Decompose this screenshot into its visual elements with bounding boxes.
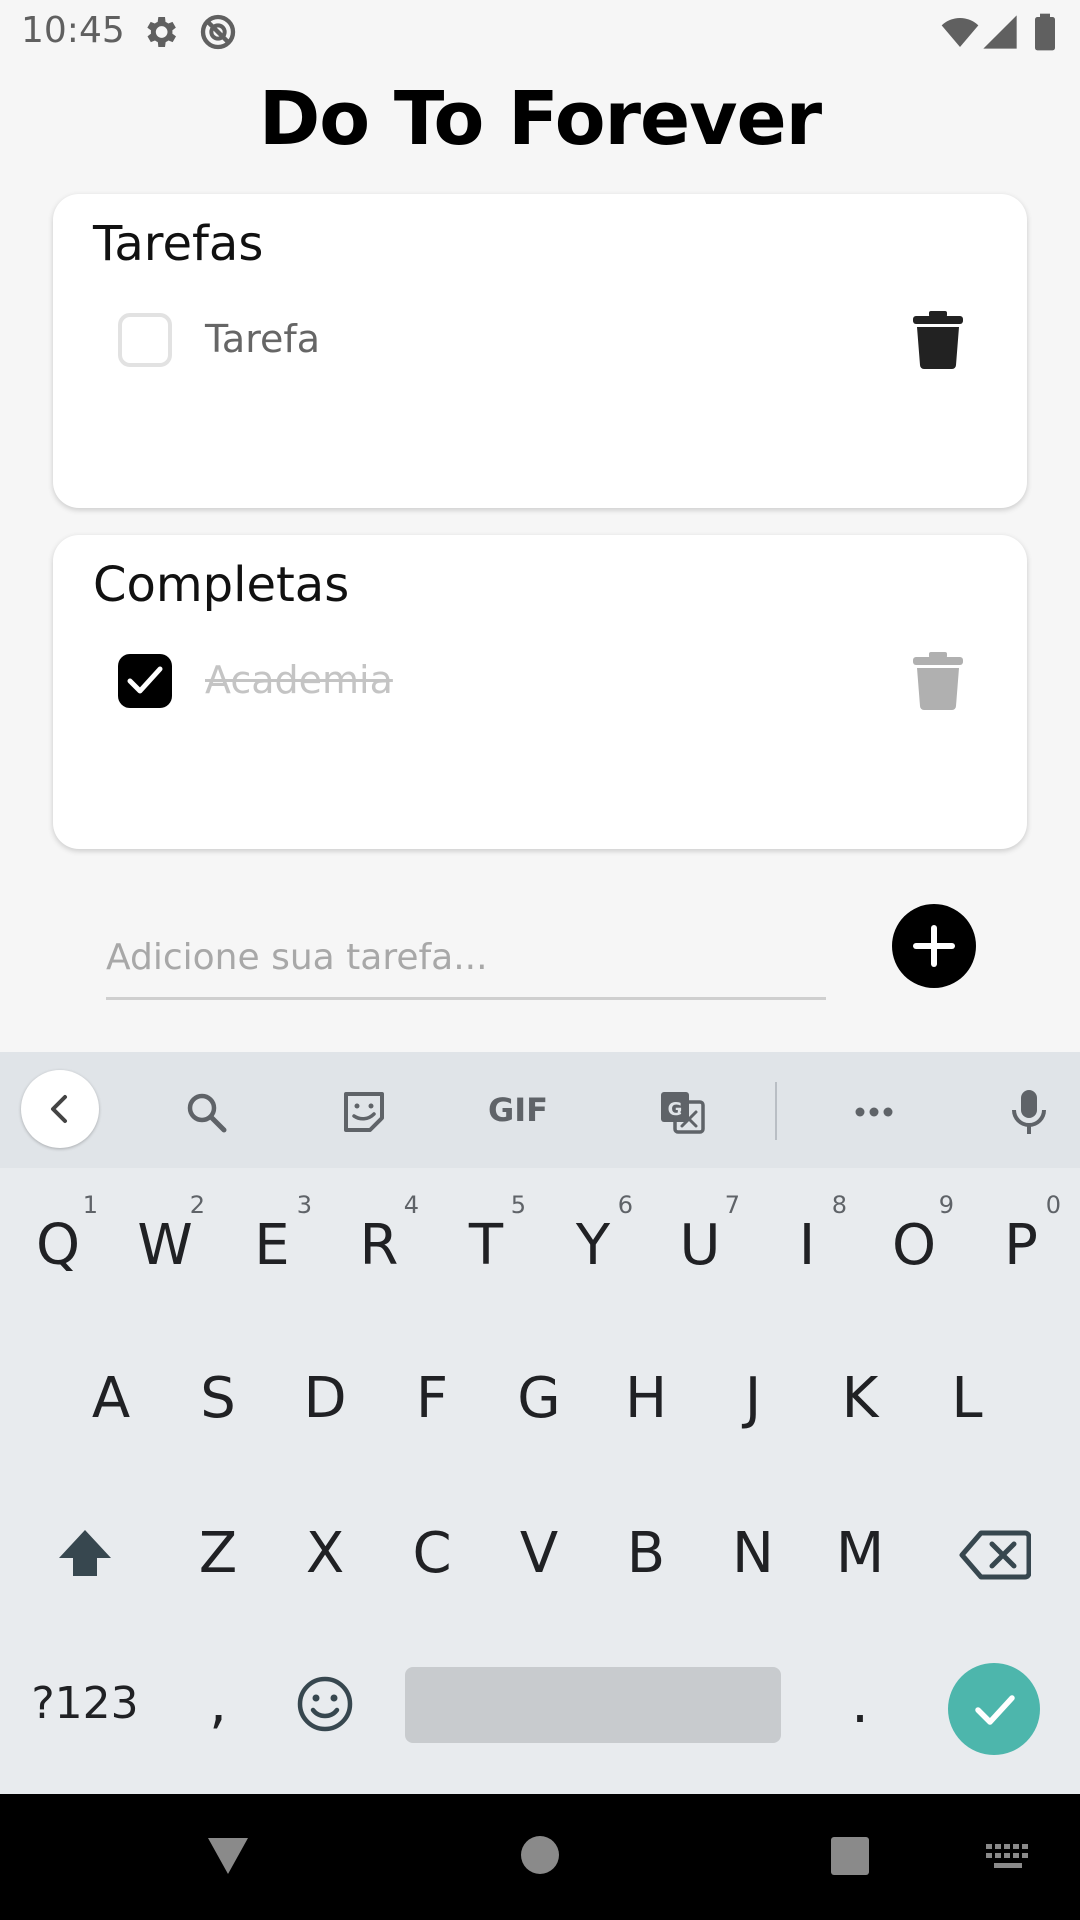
more-icon[interactable] — [850, 1088, 898, 1136]
checkmark-icon — [127, 666, 163, 694]
key-g[interactable]: G — [489, 1344, 589, 1454]
key-y[interactable]: Y6 — [543, 1191, 643, 1301]
check-icon — [975, 1695, 1015, 1725]
task-checkbox[interactable] — [118, 313, 172, 367]
key-u[interactable]: U7 — [650, 1191, 750, 1301]
enter-key[interactable] — [948, 1663, 1040, 1755]
task-checkbox-checked[interactable] — [118, 654, 172, 708]
recents-icon[interactable] — [830, 1836, 870, 1876]
toolbar-divider — [775, 1082, 777, 1140]
gif-button[interactable]: GIF — [482, 1086, 554, 1134]
shift-icon — [59, 1530, 111, 1576]
done-card: Completas Academia — [53, 535, 1027, 849]
svg-text:G: G — [668, 1099, 683, 1120]
key-q[interactable]: Q1 — [8, 1191, 108, 1301]
task-row: Academia — [53, 640, 1027, 720]
emoji-key[interactable] — [275, 1649, 375, 1759]
back-button[interactable] — [21, 1070, 99, 1148]
chevron-left-icon — [51, 1095, 67, 1123]
key-s[interactable]: S — [168, 1344, 268, 1454]
home-icon[interactable] — [519, 1834, 561, 1876]
key-v[interactable]: V — [489, 1499, 589, 1609]
no-sync-icon — [200, 14, 236, 50]
sticker-icon[interactable] — [340, 1088, 388, 1136]
key-o[interactable]: O9 — [864, 1191, 964, 1301]
keyboard-toolbar: GIF G — [0, 1052, 1080, 1168]
task-text: Tarefa — [205, 317, 321, 361]
symbols-key[interactable]: ?123 — [25, 1649, 145, 1759]
period-key[interactable]: . — [810, 1649, 910, 1759]
comma-key[interactable]: , — [168, 1649, 268, 1759]
trash-icon[interactable] — [913, 652, 963, 710]
status-bar: 10:45 — [0, 0, 1080, 64]
key-h[interactable]: H — [596, 1344, 696, 1454]
keyboard: GIF G Q1 W2 E3 R4 T5 Y6 U7 I8 O9 P0 A S … — [0, 1052, 1080, 1794]
navigation-bar — [0, 1794, 1080, 1920]
key-a[interactable]: A — [61, 1344, 161, 1454]
trash-icon[interactable] — [913, 311, 963, 369]
key-p[interactable]: P0 — [971, 1191, 1071, 1301]
add-task-input[interactable] — [106, 918, 826, 1000]
key-m[interactable]: M — [810, 1499, 910, 1609]
key-j[interactable]: J — [703, 1344, 803, 1454]
key-n[interactable]: N — [703, 1499, 803, 1609]
plus-icon — [913, 925, 955, 967]
keyboard-switch-icon[interactable] — [986, 1842, 1030, 1872]
key-e[interactable]: E3 — [222, 1191, 322, 1301]
add-task-button[interactable] — [892, 904, 976, 988]
key-x[interactable]: X — [275, 1499, 375, 1609]
gear-icon — [147, 17, 176, 47]
todo-card: Tarefas Tarefa — [53, 194, 1027, 508]
emoji-icon — [297, 1676, 353, 1732]
page-title: Do To Forever — [258, 76, 822, 162]
todo-card-title: Tarefas — [93, 216, 264, 272]
mic-icon[interactable] — [1005, 1088, 1053, 1136]
key-f[interactable]: F — [382, 1344, 482, 1454]
status-time: 10:45 — [21, 10, 125, 51]
battery-icon — [1035, 13, 1055, 51]
key-l[interactable]: L — [917, 1344, 1017, 1454]
key-k[interactable]: K — [810, 1344, 910, 1454]
key-i[interactable]: I8 — [757, 1191, 857, 1301]
key-z[interactable]: Z — [168, 1499, 268, 1609]
search-icon[interactable] — [182, 1088, 230, 1136]
key-t[interactable]: T5 — [436, 1191, 536, 1301]
backspace-icon — [959, 1530, 1032, 1580]
done-card-title: Completas — [93, 557, 350, 613]
wifi-icon — [941, 18, 979, 47]
task-text: Academia — [205, 658, 393, 702]
gif-label: GIF — [487, 1091, 549, 1129]
key-c[interactable]: C — [382, 1499, 482, 1609]
backspace-key[interactable] — [945, 1499, 1045, 1609]
key-d[interactable]: D — [275, 1344, 375, 1454]
space-key[interactable] — [405, 1667, 781, 1743]
key-b[interactable]: B — [596, 1499, 696, 1609]
signal-icon — [983, 15, 1017, 49]
back-triangle-icon[interactable] — [206, 1834, 250, 1878]
translate-icon[interactable]: G — [658, 1088, 706, 1136]
shift-key[interactable] — [35, 1499, 135, 1609]
key-w[interactable]: W2 — [115, 1191, 215, 1301]
key-r[interactable]: R4 — [329, 1191, 429, 1301]
task-row: Tarefa — [53, 299, 1027, 379]
